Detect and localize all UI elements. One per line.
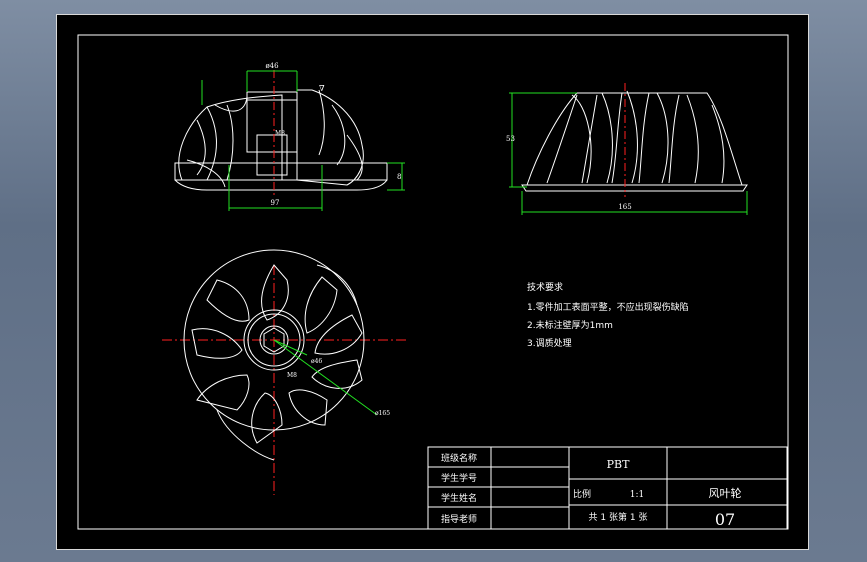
dim-front-bottom: 97 (271, 199, 280, 207)
sheet-count: 共 1 张第 1 张 (589, 511, 648, 523)
dim-top-outer: ø165 (375, 410, 390, 417)
roughness-symbol: ∇ (319, 84, 325, 93)
row-label-advisor: 指导老师 (441, 513, 477, 525)
material-value: PBT (607, 458, 630, 471)
row-label-student-name: 学生姓名 (441, 492, 477, 504)
drawing-number: 07 (715, 510, 735, 529)
note-3: 3.调质处理 (527, 337, 572, 349)
drawing-sheet: ø46 97 8 M8 ∇ 53 165 ø46 ø165 M8 技术要求 1.… (56, 14, 809, 550)
row-label-student-id: 学生学号 (441, 472, 477, 484)
dim-side-height: 53 (506, 135, 515, 143)
scale-label: 比例 (573, 488, 591, 500)
side-view: 53 165 (506, 83, 748, 215)
dim-front-top: ø46 (265, 62, 279, 70)
part-name: 风叶轮 (709, 486, 742, 500)
dim-top-hub: ø46 (311, 358, 322, 365)
dim-side-width: 165 (618, 203, 631, 211)
technical-notes: 技术要求 1.零件加工表面平整，不应出现裂伤缺陷 2.未标注壁厚为1mm 3.调… (527, 281, 689, 349)
note-1: 1.零件加工表面平整，不应出现裂伤缺陷 (527, 301, 689, 313)
row-label-class: 班级名称 (441, 452, 477, 464)
top-view: ø46 ø165 M8 (162, 249, 407, 495)
cad-drawing: ø46 97 8 M8 ∇ 53 165 ø46 ø165 M8 技术要求 1.… (77, 34, 789, 530)
front-view: ø46 97 8 M8 ∇ (174, 62, 405, 211)
inner-border (77, 34, 789, 530)
title-block: 班级名称 学生学号 学生姓名 指导老师 PBT 比例 1:1 共 1 张第 1 … (427, 446, 788, 530)
scale-value: 1:1 (630, 490, 644, 500)
notes-heading: 技术要求 (527, 281, 563, 293)
dim-front-bore: M8 (275, 130, 285, 137)
dim-front-height: 8 (397, 173, 401, 181)
dim-top-center: M8 (287, 372, 297, 379)
note-2: 2.未标注壁厚为1mm (527, 319, 613, 331)
